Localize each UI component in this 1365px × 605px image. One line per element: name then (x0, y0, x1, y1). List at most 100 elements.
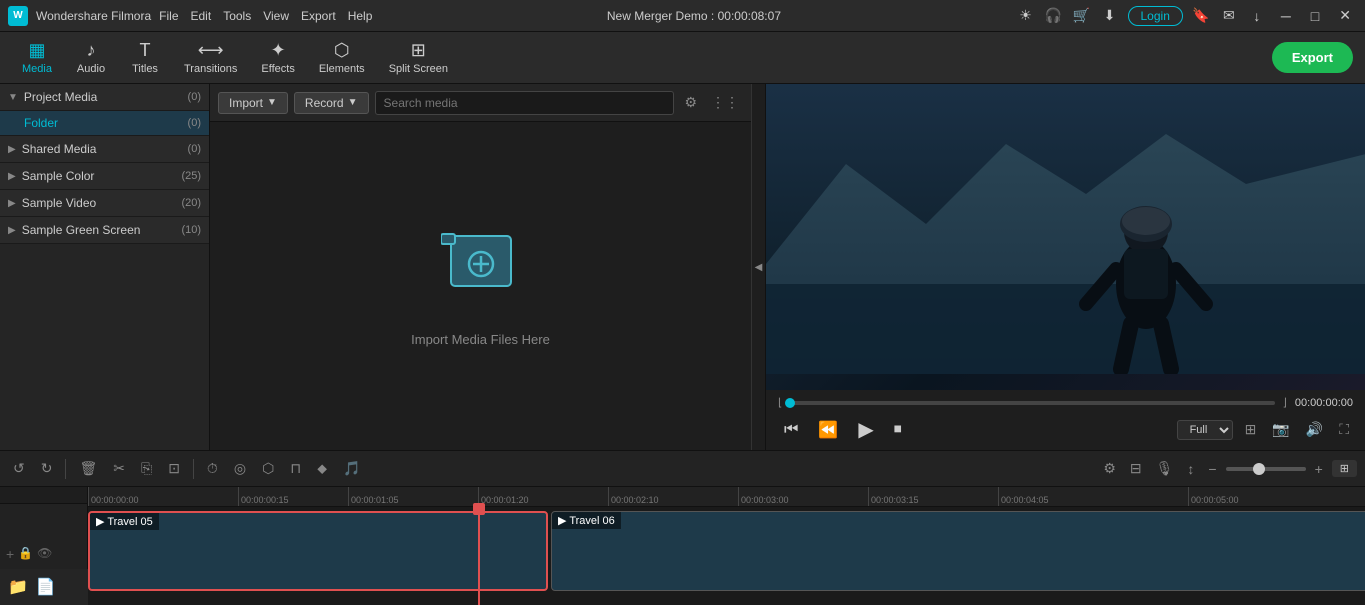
stop-button[interactable]: ⏹ (888, 419, 908, 441)
import-button[interactable]: Import ▼ (218, 92, 288, 114)
audio-btn[interactable]: 🎵 (338, 457, 365, 480)
toolbar-audio[interactable]: ♪ Audio (66, 36, 116, 79)
sample-green-label: Sample Green Screen (22, 223, 182, 237)
transition-auto-button[interactable]: ↕ (1182, 458, 1199, 480)
menu-help[interactable]: Help (348, 9, 373, 23)
chevron-right-icon-4: ▶ (8, 225, 16, 236)
redo-button[interactable]: ↻ (36, 457, 58, 480)
mic-button[interactable]: 🎙 (1151, 457, 1179, 480)
record-dropdown-icon[interactable]: ▼ (348, 97, 358, 108)
toolbar-effects[interactable]: ✦ Effects (251, 36, 304, 79)
project-name: New Merger Demo (607, 9, 708, 23)
maximize-button[interactable]: □ (1305, 8, 1325, 24)
screenshot-button[interactable]: 📷 (1268, 419, 1293, 440)
sidebar-header-sample-color[interactable]: ▶ Sample Color (25) (0, 163, 209, 190)
project-time-separator: : (711, 9, 718, 23)
timecode-5: 00:00:03:00 (738, 487, 789, 507)
track-controls: + 🔒 👁 (6, 546, 52, 562)
toolbar-titles[interactable]: T Titles (120, 36, 170, 79)
transitions-icon: ⟷ (198, 40, 224, 61)
minimize-button[interactable]: ─ (1275, 8, 1297, 24)
record-button[interactable]: Record ▼ (294, 92, 369, 114)
playhead[interactable] (478, 507, 480, 605)
chevron-down-icon: ▼ (8, 92, 18, 103)
toolbar-splitscreen[interactable]: ⊞ Split Screen (379, 36, 458, 79)
sidebar-item-folder[interactable]: Folder (0) (0, 111, 209, 136)
audio-icon: ♪ (87, 40, 96, 61)
video-frame (766, 84, 1365, 390)
delete-button[interactable]: 🗑 (74, 457, 102, 480)
folder-label: Folder (24, 116, 188, 130)
crop-button[interactable]: ⊡ (163, 457, 185, 480)
timecode-8: 00:00:05:00 (1188, 487, 1239, 507)
play-button[interactable]: ▶ (852, 415, 879, 444)
cut-button[interactable]: ✂ (108, 457, 130, 480)
message-icon[interactable]: ✉ (1219, 6, 1239, 26)
menu-tools[interactable]: Tools (223, 9, 251, 23)
speed-button[interactable]: ⏱ (202, 457, 223, 480)
stabilize-button[interactable]: ◎ (229, 457, 251, 480)
menu-view[interactable]: View (263, 9, 289, 23)
sidebar-header-shared-media[interactable]: ▶ Shared Media (0) (0, 136, 209, 163)
export-button[interactable]: Export (1272, 42, 1353, 73)
fit-button[interactable]: ⊞ (1332, 460, 1357, 477)
timecode-1: 00:00:00:15 (238, 487, 289, 507)
track-eye-icon[interactable]: 👁 (37, 546, 52, 562)
menu-file[interactable]: File (159, 9, 178, 23)
quality-selector[interactable]: Full 1/2 1/4 (1177, 420, 1233, 440)
panel-collapse-arrow[interactable]: ◀ (751, 84, 765, 450)
skip-back-button[interactable]: ⏮ (778, 419, 804, 441)
titlebar-actions: ☀ 🎧 🛒 ⬇ Login 🔖 ✉ ↓ ─ □ ✕ (1016, 6, 1358, 26)
download-icon[interactable]: ⬇ (1100, 6, 1120, 26)
undo-button[interactable]: ↺ (8, 457, 30, 480)
login-button[interactable]: Login (1128, 6, 1183, 26)
track-lock-icon[interactable]: 🔒 (18, 546, 33, 562)
audio-label: Audio (77, 63, 105, 75)
step-back-button[interactable]: ⏪ (812, 418, 844, 442)
sidebar-section-shared-media: ▶ Shared Media (0) (0, 136, 209, 163)
timecode-4: 00:00:02:10 (608, 487, 659, 507)
clip-travel06[interactable]: ▶ Travel 06 (551, 511, 1365, 591)
search-input[interactable] (375, 91, 675, 115)
settings-button[interactable]: ⚙ (1098, 457, 1121, 480)
snap-button[interactable]: ⊟ (1125, 457, 1147, 480)
green-screen-button[interactable]: ⬡ (257, 457, 279, 480)
copy-button[interactable]: ⎘ (136, 457, 157, 480)
zoom-slider[interactable] (1226, 467, 1306, 471)
menu-export[interactable]: Export (301, 9, 336, 23)
split-button[interactable]: ⊓ (285, 457, 306, 480)
volume-button[interactable]: 🔊 (1302, 419, 1327, 440)
menu-edit[interactable]: Edit (191, 9, 212, 23)
timeline-tracks[interactable]: 00:00:00:00 00:00:00:15 00:00:01:05 00:0… (88, 487, 1365, 605)
timecode-7: 00:00:04:05 (998, 487, 1049, 507)
close-button[interactable]: ✕ (1333, 7, 1357, 24)
toolbar-elements[interactable]: ⬡ Elements (309, 36, 375, 79)
zoom-in-button[interactable]: + (1310, 458, 1328, 480)
cart-icon[interactable]: 🛒 (1072, 6, 1092, 26)
progress-bar[interactable] (790, 401, 1274, 405)
sidebar-header-sample-video[interactable]: ▶ Sample Video (20) (0, 190, 209, 217)
headphone-icon[interactable]: 🎧 (1044, 6, 1064, 26)
track-add-icon[interactable]: + (6, 546, 14, 562)
main-area: ▼ Project Media (0) Folder (0) ▶ Shared … (0, 84, 1365, 450)
zoom-out-button[interactable]: − (1203, 458, 1221, 480)
progress-bar-area: ⌊ ⌋ 00:00:00:00 (778, 396, 1353, 409)
fullscreen-button[interactable]: ⛶ (1335, 419, 1353, 440)
media-empty-label: Import Media Files Here (411, 332, 550, 347)
cloud-icon[interactable]: ↓ (1247, 6, 1267, 26)
add-to-timeline-button[interactable]: ⊞ (1241, 419, 1261, 440)
bracket-open: ⌊ (778, 396, 782, 409)
elements-icon: ⬡ (334, 40, 350, 61)
timecode-0: 00:00:00:00 (88, 487, 139, 507)
sidebar-section-sample-green: ▶ Sample Green Screen (10) (0, 217, 209, 244)
filter-button[interactable]: ⚙ (680, 90, 701, 115)
color-button[interactable]: ⬥ (312, 457, 332, 480)
sidebar-header-sample-green[interactable]: ▶ Sample Green Screen (10) (0, 217, 209, 244)
toolbar-transitions[interactable]: ⟷ Transitions (174, 36, 247, 79)
grid-button[interactable]: ⋮⋮ (707, 90, 743, 115)
bookmark-icon[interactable]: 🔖 (1191, 6, 1211, 26)
brightness-icon[interactable]: ☀ (1016, 6, 1036, 26)
import-dropdown-icon[interactable]: ▼ (267, 97, 277, 108)
sidebar-header-project-media[interactable]: ▼ Project Media (0) (0, 84, 209, 111)
toolbar-media[interactable]: ▦ Media (12, 36, 62, 79)
